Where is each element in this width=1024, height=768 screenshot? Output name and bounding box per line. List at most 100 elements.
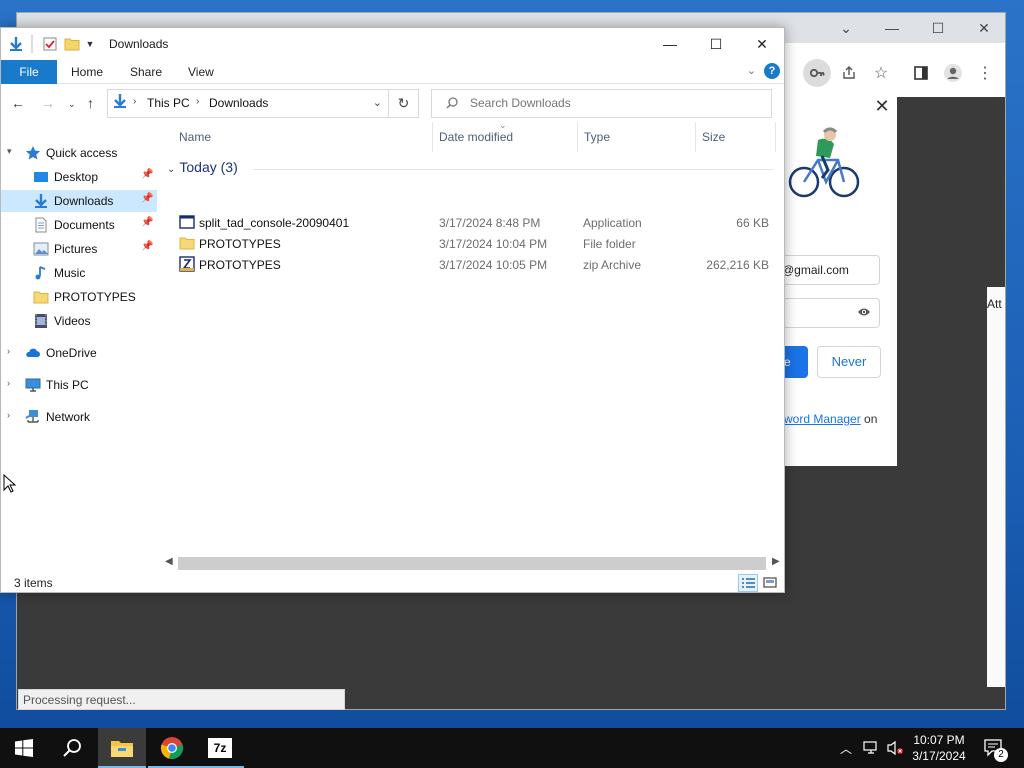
file-row[interactable]: PROTOTYPES 3/17/2024 10:04 PM File folde…: [161, 233, 779, 254]
start-windows-icon[interactable]: [0, 728, 48, 768]
taskbar-chrome-icon[interactable]: [148, 728, 196, 768]
file-name: split_tad_console-20090401: [199, 216, 350, 230]
address-dropdown-chevron-icon[interactable]: ⌄: [373, 96, 382, 109]
file-explorer-window: ▼ Downloads — ☐ ✕ File Home Share View ⌄…: [0, 27, 785, 593]
navigation-pane: ▾ Quick access Desktop 📌 Downloads 📌 Doc…: [1, 122, 159, 568]
taskbar-file-explorer-icon[interactable]: [98, 728, 146, 768]
tab-share[interactable]: Share: [130, 60, 162, 84]
customize-qat-dropdown-icon[interactable]: ▼: [81, 35, 99, 53]
nav-item-music[interactable]: Music: [1, 262, 157, 284]
clock[interactable]: 10:07 PM 3/17/2024: [908, 732, 970, 764]
minimize-button[interactable]: —: [647, 28, 693, 60]
large-icons-view-icon[interactable]: [760, 574, 780, 592]
key-icon[interactable]: [803, 59, 831, 87]
pin-icon[interactable]: 📌: [141, 193, 153, 204]
expand-chevron-icon[interactable]: ›: [7, 410, 10, 420]
network-status-icon[interactable]: [860, 728, 882, 768]
nav-item-prototypes[interactable]: PROTOTYPES: [1, 286, 157, 308]
breadcrumb-separator-icon[interactable]: ›: [196, 96, 199, 107]
group-header-today[interactable]: ⌄ Today (3): [167, 159, 238, 175]
chrome-menu-icon[interactable]: ⋮: [971, 59, 999, 87]
tab-home[interactable]: Home: [71, 60, 103, 84]
application-icon: [179, 214, 195, 230]
address-bar[interactable]: › This PC › Downloads ⌄: [107, 89, 389, 118]
scroll-left-arrow-icon[interactable]: ◀: [165, 556, 173, 567]
nav-this-pc[interactable]: › This PC: [1, 374, 157, 396]
column-header-name[interactable]: Name: [173, 122, 433, 152]
up-arrow-icon[interactable]: ↑: [87, 95, 94, 111]
column-header-type[interactable]: Type: [578, 122, 696, 152]
close-button[interactable]: ✕: [739, 28, 785, 60]
scrollbar-thumb[interactable]: [178, 557, 766, 570]
breadcrumb-separator-icon[interactable]: ›: [133, 96, 136, 107]
nav-onedrive[interactable]: › OneDrive: [1, 342, 157, 364]
search-icon: [446, 97, 458, 112]
search-box[interactable]: [431, 89, 772, 118]
profile-avatar-icon[interactable]: [939, 59, 967, 87]
titlebar-separator: [31, 35, 33, 53]
expand-ribbon-chevron-icon[interactable]: ⌄: [747, 64, 756, 77]
breadcrumb-this-pc[interactable]: This PC: [147, 96, 190, 110]
nav-item-desktop[interactable]: Desktop 📌: [1, 166, 157, 188]
expand-chevron-icon[interactable]: ›: [7, 346, 10, 356]
nav-network[interactable]: › Network: [1, 406, 157, 428]
group-collapse-chevron-icon[interactable]: ⌄: [167, 164, 175, 175]
file-row[interactable]: split_tad_console-20090401 3/17/2024 8:4…: [161, 212, 779, 233]
nav-quick-access[interactable]: ▾ Quick access: [1, 142, 157, 164]
bookmark-star-icon[interactable]: ☆: [867, 59, 895, 87]
nav-item-documents[interactable]: Documents 📌: [1, 214, 157, 236]
chrome-maximize-button[interactable]: ☐: [915, 17, 961, 39]
show-password-eye-icon[interactable]: [857, 306, 871, 321]
never-button[interactable]: Never: [817, 346, 881, 378]
desktop-icon: [33, 169, 49, 185]
search-icon[interactable]: [48, 728, 96, 768]
pin-icon[interactable]: 📌: [141, 169, 153, 180]
column-header-size[interactable]: Size: [696, 122, 776, 152]
nav-item-videos[interactable]: Videos: [1, 310, 157, 332]
ribbon-tabs: File Home Share View ⌄ ?: [1, 60, 784, 84]
popup-close-icon[interactable]: ✕: [872, 96, 892, 116]
forward-arrow-icon[interactable]: →: [41, 95, 55, 111]
pin-icon[interactable]: 📌: [141, 241, 153, 252]
properties-checkmark-icon[interactable]: [41, 35, 59, 53]
username-field[interactable]: @gmail.com: [770, 255, 880, 285]
nav-item-downloads[interactable]: Downloads 📌: [1, 190, 157, 212]
help-icon[interactable]: ?: [764, 63, 780, 79]
recent-locations-chevron-icon[interactable]: ⌄: [68, 99, 76, 110]
nav-label: Music: [54, 266, 86, 280]
action-center-icon[interactable]: 2: [980, 728, 1008, 768]
nav-item-pictures[interactable]: Pictures 📌: [1, 238, 157, 260]
chrome-tab-search-icon[interactable]: ⌄: [823, 17, 869, 39]
pin-icon[interactable]: 📌: [141, 217, 153, 228]
expand-chevron-icon[interactable]: ›: [7, 378, 10, 388]
window-title: Downloads: [109, 37, 169, 51]
maximize-button[interactable]: ☐: [693, 28, 739, 60]
volume-muted-icon[interactable]: [884, 728, 906, 768]
share-icon[interactable]: [835, 59, 863, 87]
file-list-pane: Name Date modified ⌄ Type Size ⌄ Today (3…: [161, 120, 779, 568]
password-field[interactable]: [770, 298, 880, 328]
chrome-close-button[interactable]: ✕: [961, 17, 1007, 39]
show-hidden-icons-chevron-icon[interactable]: ︿: [836, 728, 856, 768]
tab-view[interactable]: View: [188, 60, 214, 84]
side-panel-icon[interactable]: [907, 59, 935, 87]
details-view-icon[interactable]: [738, 574, 758, 592]
collapse-chevron-icon[interactable]: ▾: [7, 146, 12, 157]
new-folder-icon[interactable]: [63, 35, 81, 53]
password-manager-link[interactable]: word Manager: [784, 412, 861, 426]
horizontal-scrollbar[interactable]: ◀ ▶: [161, 555, 784, 572]
search-input[interactable]: [470, 96, 760, 110]
breadcrumb-downloads[interactable]: Downloads: [209, 96, 268, 110]
group-divider: [253, 169, 773, 170]
file-size: 66 KB: [736, 216, 769, 230]
cyclist-illustration: [788, 127, 860, 198]
file-row[interactable]: PROTOTYPES 3/17/2024 10:05 PM zip Archiv…: [161, 254, 779, 275]
refresh-button[interactable]: ↻: [389, 89, 419, 118]
taskbar-7zip-icon[interactable]: 7z: [196, 728, 244, 768]
back-arrow-icon[interactable]: ←: [11, 95, 25, 111]
group-label: Today (3): [179, 159, 238, 175]
tab-file[interactable]: File: [1, 60, 57, 84]
scroll-right-arrow-icon[interactable]: ▶: [772, 556, 780, 567]
file-type: Application: [583, 216, 642, 230]
chrome-minimize-button[interactable]: —: [869, 17, 915, 39]
